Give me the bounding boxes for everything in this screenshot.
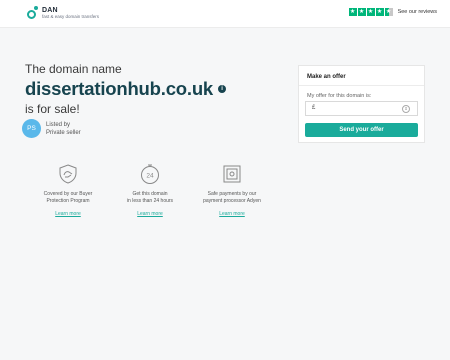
amount-stepper-icon[interactable]: ⇕ xyxy=(402,105,410,113)
feature-fast-transfer: 24 Get this domain in less than 24 hours… xyxy=(112,162,188,217)
top-header: DAN fast & easy domain transfers ★ ★ ★ ★ ★ S… xyxy=(0,0,450,28)
feature-text-line: payment processor Adyen xyxy=(203,198,261,205)
reviews-label: See our reviews xyxy=(397,9,437,15)
feature-text-line: Get this domain xyxy=(132,191,168,197)
feature-text-line: in less than 24 hours xyxy=(126,198,174,205)
feature-buyer-protection: Covered by our Buyer Protection Program … xyxy=(30,162,106,217)
send-offer-button[interactable]: Send your offer xyxy=(305,123,418,137)
logo-mark-icon xyxy=(27,6,39,20)
offer-card-title: Make an offer xyxy=(307,74,346,80)
clock-24-icon: 24 xyxy=(141,164,159,184)
svg-text:24: 24 xyxy=(146,173,154,180)
seller-info: PS Listed by Private seller xyxy=(22,119,81,138)
divider xyxy=(299,85,424,86)
feature-text-line: Covered by our Buyer xyxy=(43,191,93,197)
offer-field-label: My offer for this domain is: xyxy=(307,93,372,99)
info-icon[interactable]: i xyxy=(218,85,227,93)
avatar: PS xyxy=(22,119,41,138)
dan-logo[interactable]: DAN fast & easy domain transfers xyxy=(27,6,99,20)
feature-text-line: Protection Program xyxy=(46,198,90,205)
reviews-link[interactable]: ★ ★ ★ ★ ★ See our reviews xyxy=(348,8,437,16)
currency-symbol: £ xyxy=(312,105,316,111)
listed-by-label: Listed by xyxy=(46,121,71,128)
logo-name: DAN xyxy=(42,6,58,14)
offer-card: Make an offer My offer for this domain i… xyxy=(298,65,425,143)
headline: The domain name dissertationhub.co.uk i … xyxy=(25,62,227,116)
sale-text: is for sale! xyxy=(25,102,80,116)
domain-name: dissertationhub.co.uk xyxy=(25,78,214,99)
feature-text-line: Safe payments by our xyxy=(207,191,257,197)
trustpilot-stars-icon: ★ ★ ★ ★ ★ xyxy=(348,8,393,16)
headline-intro: The domain name xyxy=(25,62,122,76)
learn-more-link[interactable]: Learn more xyxy=(137,211,163,217)
feature-safe-payments: Safe payments by our payment processor A… xyxy=(194,162,270,217)
learn-more-link[interactable]: Learn more xyxy=(55,211,81,217)
shield-icon xyxy=(59,164,77,184)
learn-more-link[interactable]: Learn more xyxy=(219,211,245,217)
safe-icon xyxy=(223,165,241,183)
seller-name: Private seller xyxy=(46,129,81,136)
features-row: Covered by our Buyer Protection Program … xyxy=(30,162,270,217)
logo-tagline: fast & easy domain transfers xyxy=(42,13,100,19)
